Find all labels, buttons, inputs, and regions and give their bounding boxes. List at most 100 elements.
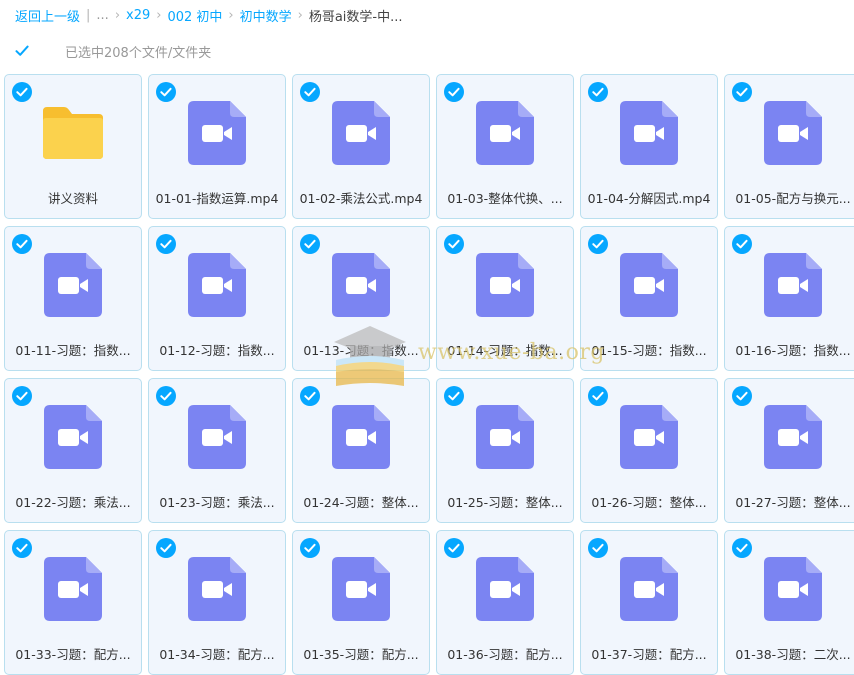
file-name: 01-35-习题：配方... xyxy=(303,647,419,662)
selected-check-icon[interactable] xyxy=(300,234,320,254)
selected-check-icon[interactable] xyxy=(12,82,32,102)
file-tile[interactable]: 01-26-习题：整体... xyxy=(580,378,718,523)
selected-check-icon[interactable] xyxy=(588,82,608,102)
file-name: 01-26-习题：整体... xyxy=(591,495,707,510)
breadcrumb: 返回上一级 | ... › x29 › 002 初中 › 初中数学 › 杨哥ai… xyxy=(15,6,403,25)
video-file-icon xyxy=(188,405,246,469)
selected-check-icon[interactable] xyxy=(12,234,32,254)
chevron-right-icon: › xyxy=(228,7,234,23)
video-file-icon xyxy=(620,101,678,165)
file-tile[interactable]: 01-16-习题：指数... xyxy=(724,226,854,371)
file-name: 01-11-习题：指数... xyxy=(15,343,131,358)
selected-check-icon[interactable] xyxy=(732,234,752,254)
selected-check-icon[interactable] xyxy=(588,234,608,254)
selected-check-icon[interactable] xyxy=(732,82,752,102)
file-name: 01-25-习题：整体... xyxy=(447,495,563,510)
file-name: 01-33-习题：配方... xyxy=(15,647,131,662)
file-name: 01-34-习题：配方... xyxy=(159,647,275,662)
folder-icon xyxy=(40,105,106,161)
file-name: 01-37-习题：配方... xyxy=(591,647,707,662)
select-all-checkbox[interactable] xyxy=(15,44,29,58)
selected-check-icon[interactable] xyxy=(300,538,320,558)
breadcrumb-item-x29[interactable]: x29 xyxy=(126,8,150,23)
file-tile[interactable]: 01-15-习题：指数... xyxy=(580,226,718,371)
file-tile[interactable]: 01-36-习题：配方... xyxy=(436,530,574,675)
file-tile[interactable]: 01-02-乘法公式.mp4 xyxy=(292,74,430,219)
selected-check-icon[interactable] xyxy=(156,538,176,558)
file-tile[interactable]: 01-03-整体代换、... xyxy=(436,74,574,219)
selected-check-icon[interactable] xyxy=(444,234,464,254)
file-tile[interactable]: 01-37-习题：配方... xyxy=(580,530,718,675)
breadcrumb-item-middle-school[interactable]: 002 初中 xyxy=(167,6,222,25)
file-tile[interactable]: 01-01-指数运算.mp4 xyxy=(148,74,286,219)
file-tile[interactable]: 01-04-分解因式.mp4 xyxy=(580,74,718,219)
file-tile[interactable]: 01-05-配方与换元... xyxy=(724,74,854,219)
selected-check-icon[interactable] xyxy=(444,82,464,102)
selected-check-icon[interactable] xyxy=(588,386,608,406)
video-file-icon xyxy=(332,405,390,469)
chevron-right-icon: › xyxy=(114,7,121,23)
file-tile[interactable]: 01-38-习题：二次... xyxy=(724,530,854,675)
video-file-icon xyxy=(764,253,822,317)
selected-check-icon[interactable] xyxy=(12,386,32,406)
file-tile[interactable]: 01-27-习题：整体... xyxy=(724,378,854,523)
selected-check-icon[interactable] xyxy=(156,386,176,406)
breadcrumb-current: 杨哥ai数学-中... xyxy=(308,9,403,25)
file-name: 01-23-习题：乘法... xyxy=(159,495,275,510)
video-file-icon xyxy=(476,405,534,469)
file-tile[interactable]: 01-22-习题：乘法... xyxy=(4,378,142,523)
file-tile[interactable]: 01-11-习题：指数... xyxy=(4,226,142,371)
file-tile[interactable]: 01-13-习题：指数... xyxy=(292,226,430,371)
file-tile[interactable]: 01-24-习题：整体... xyxy=(292,378,430,523)
file-tile[interactable]: 01-25-习题：整体... xyxy=(436,378,574,523)
video-file-icon xyxy=(764,101,822,165)
video-file-icon xyxy=(476,101,534,165)
checkmark-icon xyxy=(15,45,29,56)
file-tile[interactable]: 01-34-习题：配方... xyxy=(148,530,286,675)
selected-check-icon[interactable] xyxy=(732,538,752,558)
file-name: 01-16-习题：指数... xyxy=(735,343,851,358)
video-file-icon xyxy=(476,253,534,317)
video-file-icon xyxy=(332,253,390,317)
video-file-icon xyxy=(44,405,102,469)
folder-tile[interactable]: 讲义资料 xyxy=(4,74,142,219)
chevron-right-icon: › xyxy=(297,7,303,23)
video-file-icon xyxy=(764,557,822,621)
file-name: 01-36-习题：配方... xyxy=(447,647,563,662)
selected-check-icon[interactable] xyxy=(12,538,32,558)
selected-check-icon[interactable] xyxy=(732,386,752,406)
video-file-icon xyxy=(620,557,678,621)
file-tile[interactable]: 01-14-习题：指数... xyxy=(436,226,574,371)
file-name: 01-38-习题：二次... xyxy=(735,647,851,662)
breadcrumb-ellipsis[interactable]: ... xyxy=(96,8,108,23)
file-tile[interactable]: 01-12-习题：指数... xyxy=(148,226,286,371)
selection-count: 已选中208个文件/文件夹 xyxy=(65,45,212,61)
video-file-icon xyxy=(620,253,678,317)
file-name: 讲义资料 xyxy=(47,191,98,206)
file-name: 01-13-习题：指数... xyxy=(303,343,419,358)
breadcrumb-item-math[interactable]: 初中数学 xyxy=(240,6,292,25)
video-file-icon xyxy=(764,405,822,469)
back-link[interactable]: 返回上一级 xyxy=(15,6,80,25)
video-file-icon xyxy=(188,253,246,317)
selection-bar: 已选中208个文件/文件夹 xyxy=(15,42,212,61)
file-tile[interactable]: 01-23-习题：乘法... xyxy=(148,378,286,523)
video-file-icon xyxy=(620,405,678,469)
video-file-icon xyxy=(44,253,102,317)
selected-check-icon[interactable] xyxy=(300,82,320,102)
selected-check-icon[interactable] xyxy=(444,538,464,558)
selected-check-icon[interactable] xyxy=(156,234,176,254)
file-tile[interactable]: 01-35-习题：配方... xyxy=(292,530,430,675)
file-grid: 讲义资料 01-01-指数运算.mp4 01-02-乘法公式.mp4 01-03-整体… xyxy=(4,74,854,675)
file-name: 01-01-指数运算.mp4 xyxy=(155,191,279,206)
selected-check-icon[interactable] xyxy=(588,538,608,558)
file-name: 01-15-习题：指数... xyxy=(591,343,707,358)
video-file-icon xyxy=(188,101,246,165)
file-name: 01-24-习题：整体... xyxy=(303,495,419,510)
file-name: 01-22-习题：乘法... xyxy=(15,495,131,510)
file-tile[interactable]: 01-33-习题：配方... xyxy=(4,530,142,675)
selected-check-icon[interactable] xyxy=(444,386,464,406)
selected-check-icon[interactable] xyxy=(300,386,320,406)
selected-check-icon[interactable] xyxy=(156,82,176,102)
chevron-right-icon: › xyxy=(156,7,162,23)
